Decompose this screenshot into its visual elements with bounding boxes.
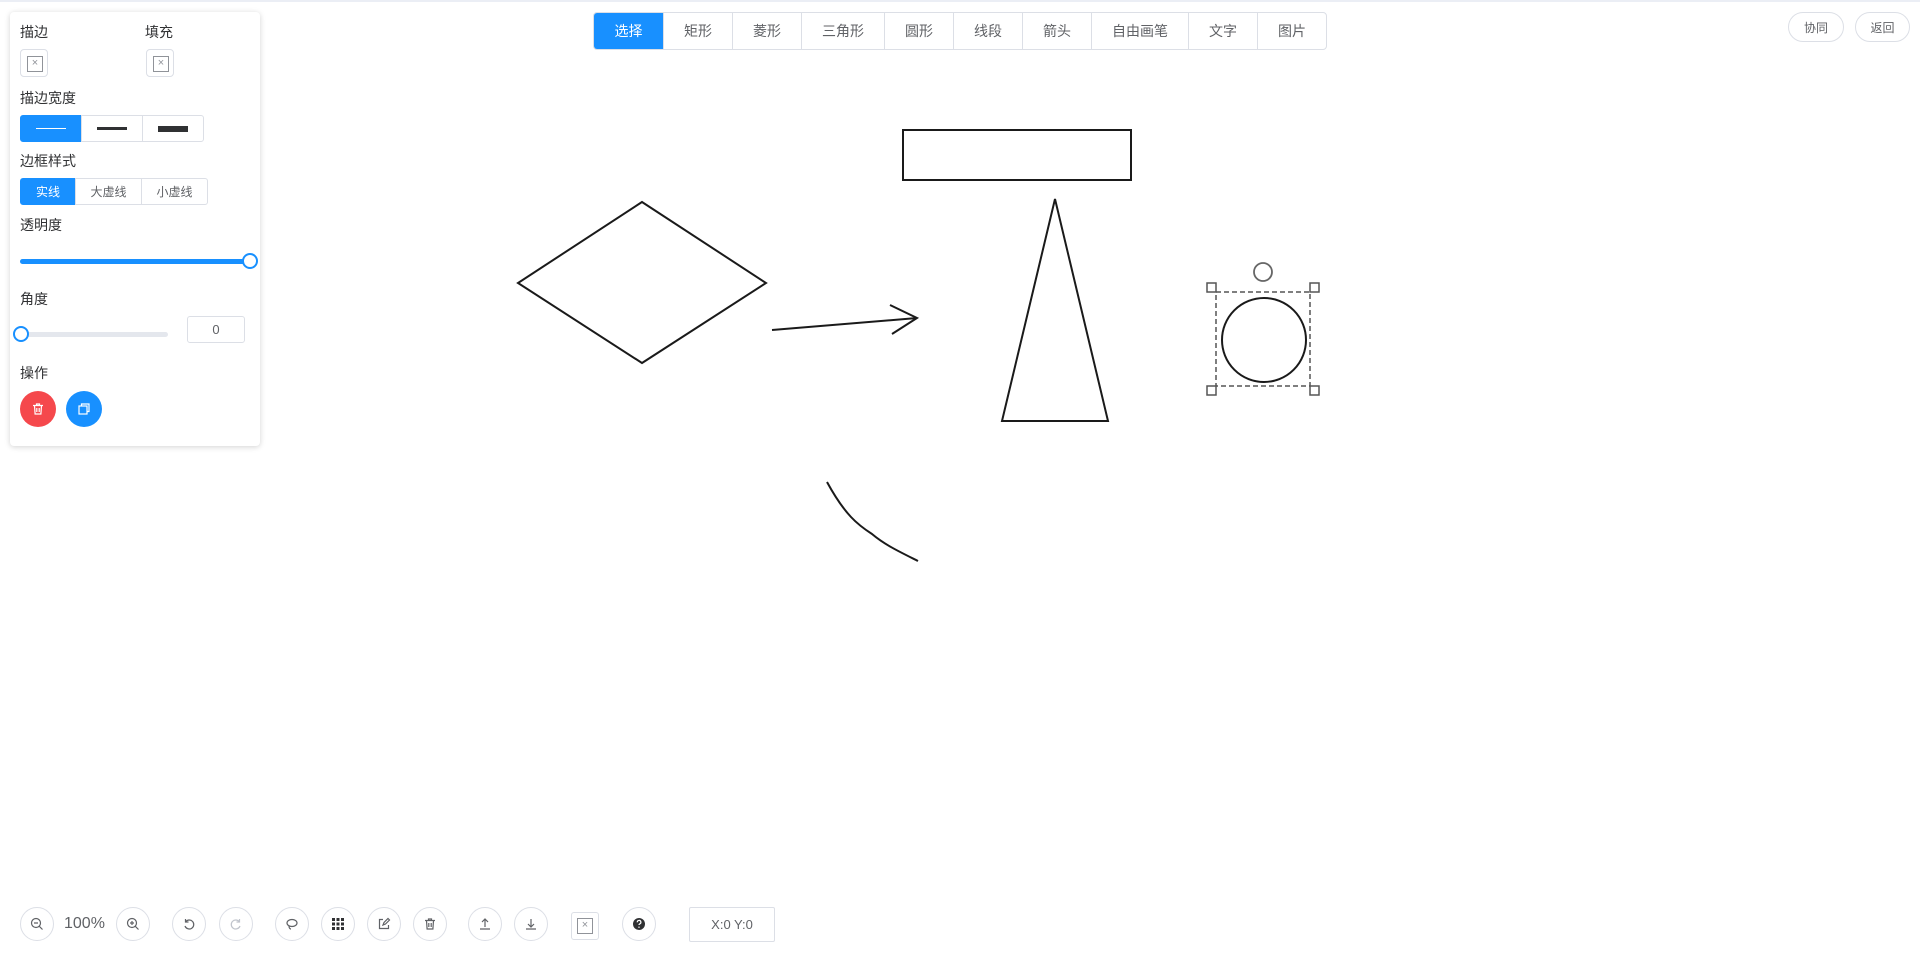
redo-button[interactable]	[219, 907, 253, 941]
opacity-slider-thumb[interactable]	[242, 253, 258, 269]
no-color-icon: ×	[153, 56, 169, 72]
delete-button[interactable]	[20, 391, 56, 427]
collab-button[interactable]: 协同	[1788, 12, 1844, 42]
fill-color-picker[interactable]: ×	[146, 49, 174, 77]
triangle-shape[interactable]	[1000, 198, 1110, 422]
opacity-slider-fill	[20, 259, 250, 264]
upload-icon	[480, 918, 490, 930]
zoom-in-button[interactable]	[116, 907, 150, 941]
angle-slider-thumb[interactable]	[13, 326, 29, 342]
border-style-label: 边框样式	[20, 153, 76, 169]
border-style-solid[interactable]: 实线	[20, 178, 76, 205]
drawing-canvas[interactable]	[0, 0, 1920, 955]
download-icon	[526, 919, 536, 930]
zoom-level: 100%	[64, 915, 105, 932]
zoom-in-icon	[126, 917, 139, 930]
lasso-icon	[286, 918, 298, 930]
resize-handle[interactable]	[1309, 282, 1320, 293]
no-color-icon: ×	[27, 56, 43, 72]
stroke-label: 描边	[20, 24, 48, 40]
stroke-width-medium[interactable]	[81, 115, 143, 142]
tool-select[interactable]: 选择	[594, 13, 663, 49]
tool-image[interactable]: 图片	[1257, 13, 1326, 49]
stroke-width-label: 描边宽度	[20, 90, 76, 106]
actions-label: 操作	[20, 365, 48, 381]
rectangle-shape[interactable]	[902, 129, 1132, 181]
tool-diamond[interactable]: 菱形	[732, 13, 801, 49]
tool-arrow[interactable]: 箭头	[1022, 13, 1091, 49]
zoom-out-icon	[30, 917, 43, 930]
tool-text[interactable]: 文字	[1188, 13, 1257, 49]
angle-input[interactable]: 0	[187, 316, 245, 343]
tool-line[interactable]: 线段	[953, 13, 1022, 49]
grid-button[interactable]	[321, 907, 355, 941]
thick-line-icon	[158, 125, 188, 132]
undo-icon	[184, 919, 195, 930]
question-icon	[633, 918, 645, 930]
stroke-width-thin[interactable]	[20, 115, 82, 142]
cursor-coordinates: X:0 Y:0	[689, 907, 775, 942]
tool-rectangle[interactable]: 矩形	[663, 13, 732, 49]
tool-triangle[interactable]: 三角形	[801, 13, 884, 49]
property-panel: 描边 填充 × × 描边宽度 边框样式 实线 大虚线 小虚线 透明度 角度 0 …	[10, 12, 260, 446]
fill-label: 填充	[145, 24, 173, 40]
rotate-handle[interactable]	[1253, 262, 1273, 282]
edit-icon	[378, 917, 391, 930]
stroke-width-group	[20, 115, 204, 142]
stroke-width-thick[interactable]	[142, 115, 204, 142]
resize-handle[interactable]	[1309, 385, 1320, 396]
zoom-out-button[interactable]	[20, 907, 54, 941]
shape-toolbar: 选择 矩形 菱形 三角形 圆形 线段 箭头 自由画笔 文字 图片	[593, 12, 1327, 50]
tool-circle[interactable]: 圆形	[884, 13, 953, 49]
angle-label: 角度	[20, 291, 48, 307]
border-style-group: 实线 大虚线 小虚线	[20, 178, 208, 205]
border-style-small-dash[interactable]: 小虚线	[141, 178, 208, 205]
copy-icon	[78, 403, 90, 415]
resize-handle[interactable]	[1206, 385, 1217, 396]
medium-line-icon	[97, 127, 127, 130]
diamond-shape[interactable]	[516, 200, 768, 365]
undo-button[interactable]	[172, 907, 206, 941]
duplicate-button[interactable]	[66, 391, 102, 427]
clear-canvas-button[interactable]	[413, 907, 447, 941]
edit-button[interactable]	[367, 907, 401, 941]
help-button[interactable]	[622, 907, 656, 941]
freehand-stroke[interactable]	[826, 481, 919, 562]
opacity-label: 透明度	[20, 217, 62, 233]
grid-icon	[332, 918, 344, 930]
angle-slider-track[interactable]	[20, 332, 168, 337]
circle-shape[interactable]	[1221, 297, 1307, 383]
thin-line-icon	[36, 128, 66, 129]
redo-icon	[230, 919, 241, 930]
resize-handle[interactable]	[1206, 282, 1217, 293]
trash-icon	[425, 918, 435, 930]
background-color-picker[interactable]: ×	[571, 912, 599, 940]
export-button[interactable]	[514, 907, 548, 941]
border-style-large-dash[interactable]: 大虚线	[75, 178, 142, 205]
import-button[interactable]	[468, 907, 502, 941]
no-color-icon: ×	[577, 918, 593, 934]
back-button[interactable]: 返回	[1855, 12, 1910, 42]
lasso-button[interactable]	[275, 907, 309, 941]
stroke-color-picker[interactable]: ×	[20, 49, 48, 77]
arrow-shape[interactable]	[771, 304, 920, 335]
tool-freehand[interactable]: 自由画笔	[1091, 13, 1188, 49]
trash-icon	[33, 403, 43, 415]
